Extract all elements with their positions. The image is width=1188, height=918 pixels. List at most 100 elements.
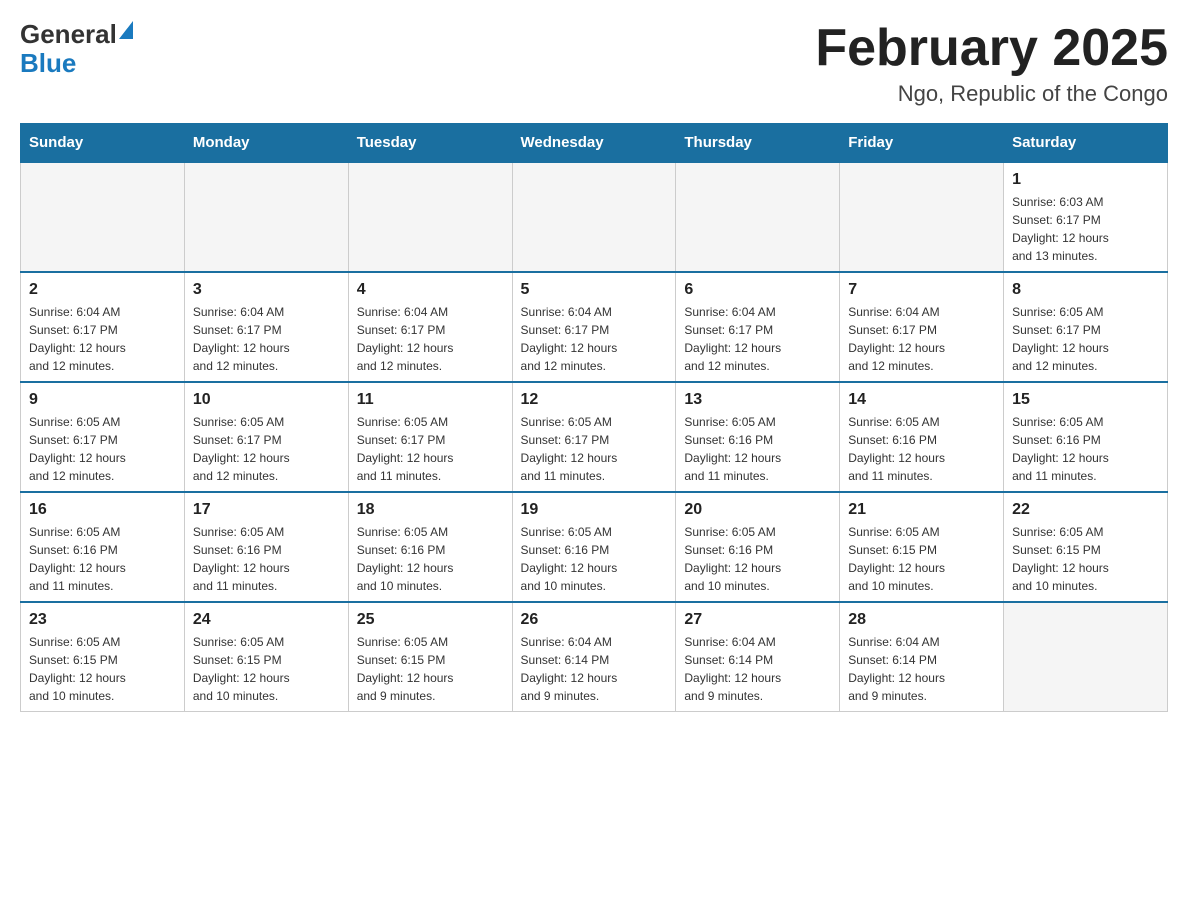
calendar-cell: [1004, 602, 1168, 712]
day-number: 9: [29, 391, 176, 409]
day-info: Sunrise: 6:05 AM Sunset: 6:16 PM Dayligh…: [29, 523, 176, 595]
calendar-cell: 9 Sunrise: 6:05 AM Sunset: 6:17 PM Daylig…: [21, 382, 185, 492]
day-info: Sunrise: 6:04 AM Sunset: 6:14 PM Dayligh…: [848, 633, 995, 705]
calendar-title: February 2025: [815, 20, 1168, 77]
calendar-cell: [21, 162, 185, 272]
day-header-thursday: Thursday: [676, 124, 840, 163]
day-number: 27: [684, 611, 831, 629]
day-number: 5: [521, 281, 668, 299]
day-number: 23: [29, 611, 176, 629]
day-number: 18: [357, 501, 504, 519]
logo-general-text: General: [20, 20, 117, 49]
day-number: 15: [1012, 391, 1159, 409]
title-block: February 2025 Ngo, Republic of the Congo: [815, 20, 1168, 107]
calendar-cell: 6 Sunrise: 6:04 AM Sunset: 6:17 PM Daylig…: [676, 272, 840, 382]
day-info: Sunrise: 6:05 AM Sunset: 6:16 PM Dayligh…: [357, 523, 504, 595]
day-info: Sunrise: 6:05 AM Sunset: 6:16 PM Dayligh…: [521, 523, 668, 595]
day-info: Sunrise: 6:04 AM Sunset: 6:17 PM Dayligh…: [848, 303, 995, 375]
day-number: 6: [684, 281, 831, 299]
day-info: Sunrise: 6:05 AM Sunset: 6:17 PM Dayligh…: [193, 413, 340, 485]
day-number: 26: [521, 611, 668, 629]
calendar-cell: [184, 162, 348, 272]
day-number: 10: [193, 391, 340, 409]
calendar-table: SundayMondayTuesdayWednesdayThursdayFrid…: [20, 123, 1168, 712]
day-number: 20: [684, 501, 831, 519]
calendar-cell: 28 Sunrise: 6:04 AM Sunset: 6:14 PM Dayli…: [840, 602, 1004, 712]
calendar-cell: 25 Sunrise: 6:05 AM Sunset: 6:15 PM Dayli…: [348, 602, 512, 712]
day-number: 24: [193, 611, 340, 629]
calendar-cell: [348, 162, 512, 272]
day-number: 8: [1012, 281, 1159, 299]
day-header-wednesday: Wednesday: [512, 124, 676, 163]
day-info: Sunrise: 6:05 AM Sunset: 6:16 PM Dayligh…: [684, 413, 831, 485]
calendar-cell: 21Sunrise: 6:05 AM Sunset: 6:15 PM Dayli…: [840, 492, 1004, 602]
calendar-cell: 19 Sunrise: 6:05 AM Sunset: 6:16 PM Dayli…: [512, 492, 676, 602]
day-info: Sunrise: 6:04 AM Sunset: 6:14 PM Dayligh…: [684, 633, 831, 705]
calendar-cell: 23 Sunrise: 6:05 AM Sunset: 6:15 PM Dayli…: [21, 602, 185, 712]
calendar-cell: 14 Sunrise: 6:05 AM Sunset: 6:16 PM Dayli…: [840, 382, 1004, 492]
day-header-saturday: Saturday: [1004, 124, 1168, 163]
page-header: General Blue February 2025 Ngo, Republic…: [20, 20, 1168, 107]
calendar-cell: 2 Sunrise: 6:04 AM Sunset: 6:17 PM Daylig…: [21, 272, 185, 382]
day-info: Sunrise: 6:04 AM Sunset: 6:17 PM Dayligh…: [684, 303, 831, 375]
calendar-cell: 11 Sunrise: 6:05 AM Sunset: 6:17 PM Dayli…: [348, 382, 512, 492]
day-info: Sunrise: 6:04 AM Sunset: 6:17 PM Dayligh…: [357, 303, 504, 375]
calendar-header-row: SundayMondayTuesdayWednesdayThursdayFrid…: [21, 124, 1168, 163]
day-number: 17: [193, 501, 340, 519]
calendar-cell: 1 Sunrise: 6:03 AM Sunset: 6:17 PM Daylig…: [1004, 162, 1168, 272]
day-number: 28: [848, 611, 995, 629]
calendar-cell: 22Sunrise: 6:05 AM Sunset: 6:15 PM Dayli…: [1004, 492, 1168, 602]
day-number: 14: [848, 391, 995, 409]
day-info: Sunrise: 6:04 AM Sunset: 6:17 PM Dayligh…: [193, 303, 340, 375]
logo-blue-text: Blue: [20, 48, 76, 78]
day-info: Sunrise: 6:05 AM Sunset: 6:17 PM Dayligh…: [357, 413, 504, 485]
calendar-cell: 16 Sunrise: 6:05 AM Sunset: 6:16 PM Dayli…: [21, 492, 185, 602]
calendar-week-row: 9 Sunrise: 6:05 AM Sunset: 6:17 PM Daylig…: [21, 382, 1168, 492]
day-number: 4: [357, 281, 504, 299]
calendar-cell: [840, 162, 1004, 272]
day-number: 2: [29, 281, 176, 299]
day-info: Sunrise: 6:05 AM Sunset: 6:17 PM Dayligh…: [29, 413, 176, 485]
day-info: Sunrise: 6:05 AM Sunset: 6:15 PM Dayligh…: [357, 633, 504, 705]
day-number: 7: [848, 281, 995, 299]
day-info: Sunrise: 6:05 AM Sunset: 6:17 PM Dayligh…: [521, 413, 668, 485]
calendar-subtitle: Ngo, Republic of the Congo: [815, 81, 1168, 107]
calendar-cell: 13 Sunrise: 6:05 AM Sunset: 6:16 PM Dayli…: [676, 382, 840, 492]
day-info: Sunrise: 6:05 AM Sunset: 6:16 PM Dayligh…: [684, 523, 831, 595]
day-info: Sunrise: 6:05 AM Sunset: 6:15 PM Dayligh…: [29, 633, 176, 705]
calendar-cell: 12 Sunrise: 6:05 AM Sunset: 6:17 PM Dayli…: [512, 382, 676, 492]
calendar-cell: 27 Sunrise: 6:04 AM Sunset: 6:14 PM Dayli…: [676, 602, 840, 712]
calendar-cell: 5 Sunrise: 6:04 AM Sunset: 6:17 PM Daylig…: [512, 272, 676, 382]
calendar-cell: [676, 162, 840, 272]
day-info: Sunrise: 6:05 AM Sunset: 6:15 PM Dayligh…: [193, 633, 340, 705]
day-number: 25: [357, 611, 504, 629]
day-info: Sunrise: 6:05 AM Sunset: 6:16 PM Dayligh…: [193, 523, 340, 595]
day-info: Sunrise: 6:04 AM Sunset: 6:17 PM Dayligh…: [29, 303, 176, 375]
calendar-cell: 10 Sunrise: 6:05 AM Sunset: 6:17 PM Dayli…: [184, 382, 348, 492]
calendar-cell: 24 Sunrise: 6:05 AM Sunset: 6:15 PM Dayli…: [184, 602, 348, 712]
calendar-cell: 4 Sunrise: 6:04 AM Sunset: 6:17 PM Daylig…: [348, 272, 512, 382]
day-header-sunday: Sunday: [21, 124, 185, 163]
calendar-cell: 15Sunrise: 6:05 AM Sunset: 6:16 PM Dayli…: [1004, 382, 1168, 492]
day-info: Sunrise: 6:05 AM Sunset: 6:15 PM Dayligh…: [848, 523, 995, 595]
day-number: 3: [193, 281, 340, 299]
day-info: Sunrise: 6:03 AM Sunset: 6:17 PM Dayligh…: [1012, 193, 1159, 265]
calendar-cell: 17 Sunrise: 6:05 AM Sunset: 6:16 PM Dayli…: [184, 492, 348, 602]
day-number: 19: [521, 501, 668, 519]
logo-triangle-icon: [119, 21, 133, 39]
day-number: 1: [1012, 171, 1159, 189]
day-info: Sunrise: 6:05 AM Sunset: 6:15 PM Dayligh…: [1012, 523, 1159, 595]
day-info: Sunrise: 6:05 AM Sunset: 6:16 PM Dayligh…: [848, 413, 995, 485]
day-number: 12: [521, 391, 668, 409]
day-header-tuesday: Tuesday: [348, 124, 512, 163]
calendar-cell: 8Sunrise: 6:05 AM Sunset: 6:17 PM Daylig…: [1004, 272, 1168, 382]
calendar-cell: [512, 162, 676, 272]
calendar-week-row: 16 Sunrise: 6:05 AM Sunset: 6:16 PM Dayli…: [21, 492, 1168, 602]
day-info: Sunrise: 6:04 AM Sunset: 6:17 PM Dayligh…: [521, 303, 668, 375]
day-number: 16: [29, 501, 176, 519]
day-number: 11: [357, 391, 504, 409]
day-number: 13: [684, 391, 831, 409]
logo: General Blue: [20, 20, 133, 77]
calendar-week-row: 2 Sunrise: 6:04 AM Sunset: 6:17 PM Daylig…: [21, 272, 1168, 382]
calendar-cell: 7 Sunrise: 6:04 AM Sunset: 6:17 PM Daylig…: [840, 272, 1004, 382]
